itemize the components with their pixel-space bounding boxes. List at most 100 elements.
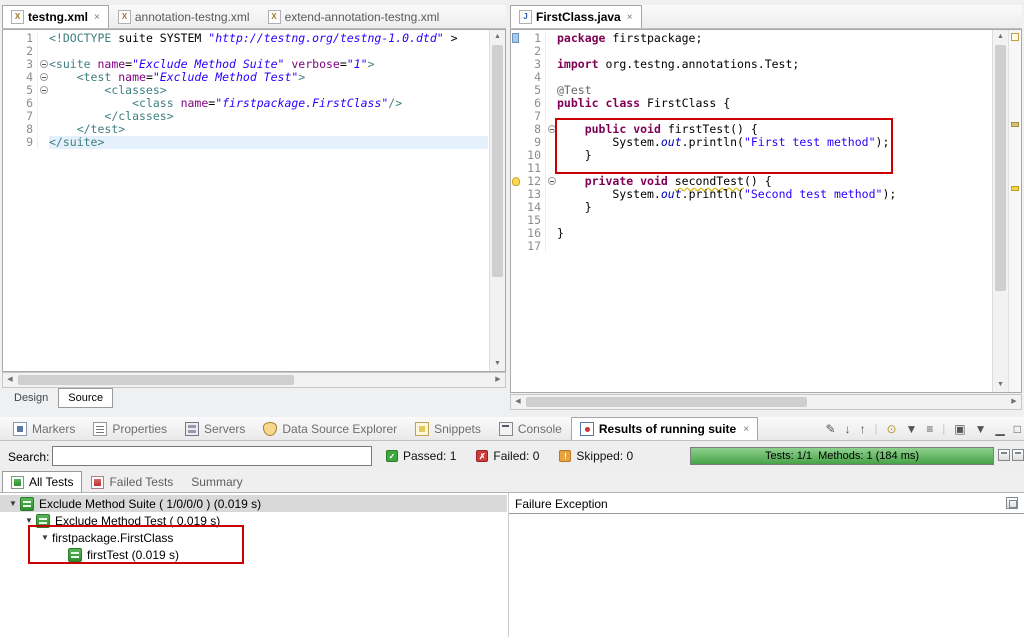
folding-column [37, 32, 49, 45]
bottom-tab-snippets[interactable]: Snippets [406, 417, 490, 440]
next-failure-icon[interactable]: ↓ [845, 420, 851, 438]
xml-vertical-scrollbar[interactable]: ▲ ▼ [489, 30, 505, 371]
scroll-right-icon[interactable]: ▶ [491, 373, 505, 387]
bottom-tab-properties[interactable]: Properties [84, 417, 176, 440]
code-token: } [557, 200, 592, 214]
tab-all-tests[interactable]: All Tests [2, 471, 83, 492]
code-token: verbose [291, 57, 340, 71]
scrollbar-thumb[interactable] [526, 397, 807, 407]
bottom-tab-console[interactable]: Console [490, 417, 571, 440]
scroll-up-icon[interactable]: ▲ [993, 30, 1008, 44]
scrollbar-thumb[interactable] [18, 375, 295, 385]
tab-label: Properties [112, 422, 168, 436]
view-menu-icon[interactable]: ▼ [975, 420, 987, 438]
expand-arrow-icon[interactable]: ▼ [22, 516, 36, 525]
scroll-down-icon[interactable]: ▼ [490, 357, 505, 371]
code-token: out [660, 187, 682, 201]
new-report-icon[interactable]: ✎ [826, 420, 836, 438]
collapse-fold-icon[interactable] [40, 86, 48, 94]
editor-tab-annotation-testng-xml[interactable]: Xannotation-testng.xml [109, 5, 259, 28]
code-token: FirstClass { [640, 96, 731, 110]
close-tab-icon[interactable]: × [94, 12, 100, 23]
code-token: public [557, 96, 599, 110]
code-token: private [584, 174, 634, 188]
annotation-column [3, 58, 13, 71]
layout-vertical-icon[interactable] [1012, 449, 1024, 461]
code-token: </suite> [49, 135, 105, 149]
tab-label: FirstClass.java [536, 10, 621, 24]
search-row: Search: ✓ Passed: 1 ✗ Failed: 0! Skipped: 0 … [0, 442, 1024, 470]
bottom-tab-servers[interactable]: Servers [176, 417, 254, 440]
bottom-tab-data-source-explorer[interactable]: Data Source Explorer [254, 417, 406, 440]
tab-label: Snippets [434, 422, 481, 436]
scrollbar-thumb[interactable] [995, 45, 1006, 292]
annotation-column [3, 136, 13, 149]
bottom-tab-results-of-running-suite[interactable]: Results of running suite × [570, 417, 759, 440]
code-token: "Exclude Method Test" [152, 70, 299, 84]
code-line: 15 [511, 214, 991, 227]
annotation-column [511, 136, 521, 149]
filter-icon[interactable]: ▼ [906, 420, 918, 438]
stat-passed: ✓ Passed: 1 [386, 449, 456, 463]
close-tab-icon[interactable]: × [743, 424, 749, 435]
editor-tab-firstclass-java[interactable]: J FirstClass.java × [510, 5, 642, 28]
collapse-fold-icon[interactable] [548, 177, 556, 185]
scroll-left-icon[interactable]: ◀ [511, 395, 525, 409]
scrollbar-thumb[interactable] [492, 45, 503, 277]
left-editor-tabbar: Xtestng.xml × Xannotation-testng.xml Xexten… [2, 5, 506, 29]
code-token: import [557, 57, 599, 71]
stat-label: Skipped: 0 [576, 449, 634, 463]
annotation-column [511, 110, 521, 123]
line-number: 8 [534, 122, 541, 136]
editor-tab-testng-xml[interactable]: Xtestng.xml × [2, 5, 109, 28]
xml-horizontal-scrollbar[interactable]: ◀ ▶ [2, 372, 506, 388]
maximize-panel-icon[interactable] [1006, 497, 1018, 509]
tab-design[interactable]: Design [4, 388, 58, 408]
warning-marker[interactable] [1011, 186, 1019, 191]
java-vertical-scrollbar[interactable]: ▲ ▼ [992, 30, 1008, 392]
editor-tab-extend-annotation-testng-xml[interactable]: Xextend-annotation-testng.xml [259, 5, 449, 28]
warning-bulb-icon[interactable] [512, 177, 520, 186]
scroll-up-icon[interactable]: ▲ [490, 30, 505, 44]
close-tab-icon[interactable]: × [627, 12, 633, 23]
code-token: <test [76, 70, 119, 84]
annotation-column [511, 188, 521, 201]
layout-horizontal-icon[interactable] [998, 449, 1010, 461]
key-icon[interactable]: ⊙ [886, 420, 896, 438]
tab-failed-tests[interactable]: Failed Tests [82, 471, 182, 492]
minimize-icon[interactable]: ▁ [996, 420, 1005, 438]
folding-column [545, 188, 557, 201]
search-input[interactable] [52, 446, 372, 466]
collapse-fold-icon[interactable] [40, 60, 48, 68]
occurrence-marker[interactable] [1011, 122, 1019, 127]
code-text: </suite> [49, 136, 488, 149]
folding-column [545, 45, 557, 58]
expand-arrow-icon[interactable]: ▼ [6, 499, 20, 508]
scroll-right-icon[interactable]: ▶ [1007, 395, 1021, 409]
collapse-fold-icon[interactable] [40, 73, 48, 81]
line-number: 7 [534, 109, 541, 123]
tree-item-exclude-method-suite-1-0-0-0-0-019-s[interactable]: ▼ Exclude Method Suite ( 1/0/0/0 ) (0.019… [0, 495, 507, 512]
tab-label: Data Source Explorer [282, 422, 398, 436]
java-horizontal-scrollbar[interactable]: ◀ ▶ [510, 394, 1022, 410]
stat-skipped: ! Skipped: 0 [559, 449, 633, 463]
scroll-left-icon[interactable]: ◀ [3, 373, 17, 387]
line-number: 3 [534, 57, 541, 71]
bottom-tab-markers[interactable]: Markers [4, 417, 84, 440]
line-number: 4 [26, 70, 33, 84]
overview-ruler[interactable] [1008, 30, 1021, 392]
failure-exception-panel: Failure Exception [508, 493, 1024, 637]
tab-summary[interactable]: Summary [182, 471, 251, 492]
tab-label: Failed Tests [109, 475, 174, 489]
xml-editor[interactable]: 1 <!DOCTYPE suite SYSTEM "http://testng.o… [2, 29, 506, 372]
code-token: </classes> [104, 109, 174, 123]
detach-icon[interactable]: ▣ [954, 420, 965, 438]
tab-source[interactable]: Source [58, 388, 114, 408]
previous-failure-icon[interactable]: ↑ [860, 420, 866, 438]
annotations-summary-icon[interactable] [1011, 33, 1019, 41]
code-token: void [640, 174, 668, 188]
maximize-icon[interactable]: □ [1014, 420, 1021, 438]
java-editor[interactable]: 1 package firstpackage; 2 3 import org.testn… [510, 29, 1022, 393]
history-icon[interactable]: ≡ [926, 420, 933, 438]
scroll-down-icon[interactable]: ▼ [993, 378, 1008, 392]
